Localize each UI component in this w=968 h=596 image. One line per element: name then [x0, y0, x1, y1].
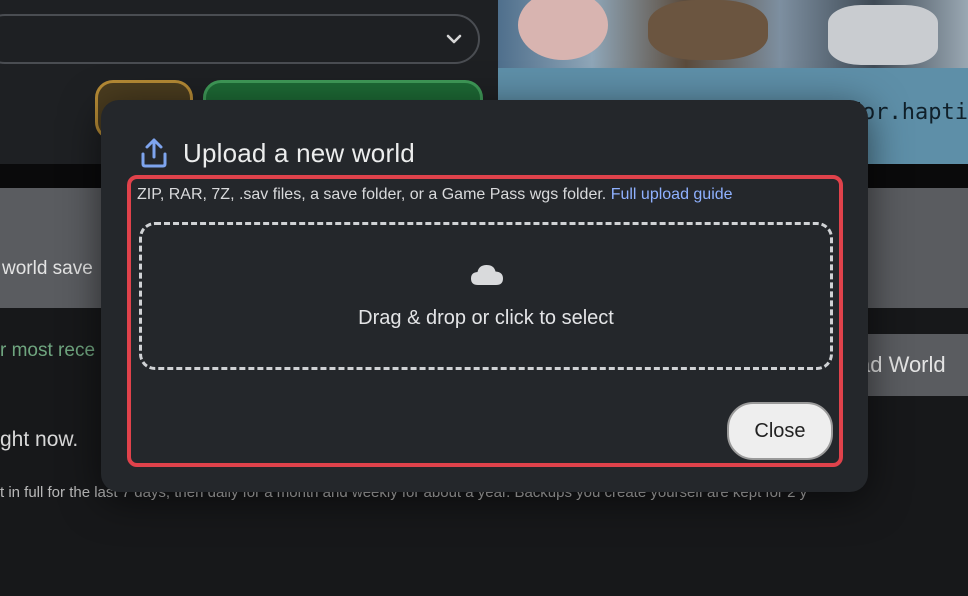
- close-button[interactable]: Close: [727, 402, 833, 460]
- background-upload-world-label: ad World: [858, 352, 946, 377]
- background-status-text: ght now.: [0, 428, 79, 451]
- background-world-image: [498, 0, 968, 68]
- dialog-title: Upload a new world: [183, 137, 415, 168]
- dialog-description: ZIP, RAR, 7Z, .sav files, a save folder,…: [137, 186, 733, 204]
- dialog-header: Upload a new world: [139, 136, 415, 170]
- background-info-text: world save: [2, 258, 93, 279]
- full-upload-guide-link[interactable]: Full upload guide: [611, 186, 733, 203]
- upload-icon: [141, 138, 167, 168]
- chevron-down-icon: [446, 34, 462, 44]
- cloud-icon: [471, 265, 503, 285]
- supported-formats-text: ZIP, RAR, 7Z, .sav files, a save folder,…: [137, 186, 607, 203]
- upload-world-dialog: Upload a new world ZIP, RAR, 7Z, .sav fi…: [101, 100, 868, 492]
- dropzone-label: Drag & drop or click to select: [358, 307, 614, 329]
- file-dropzone[interactable]: Drag & drop or click to select: [139, 222, 833, 370]
- background-green-text: r most rece: [0, 340, 96, 361]
- background-select[interactable]: [0, 14, 480, 64]
